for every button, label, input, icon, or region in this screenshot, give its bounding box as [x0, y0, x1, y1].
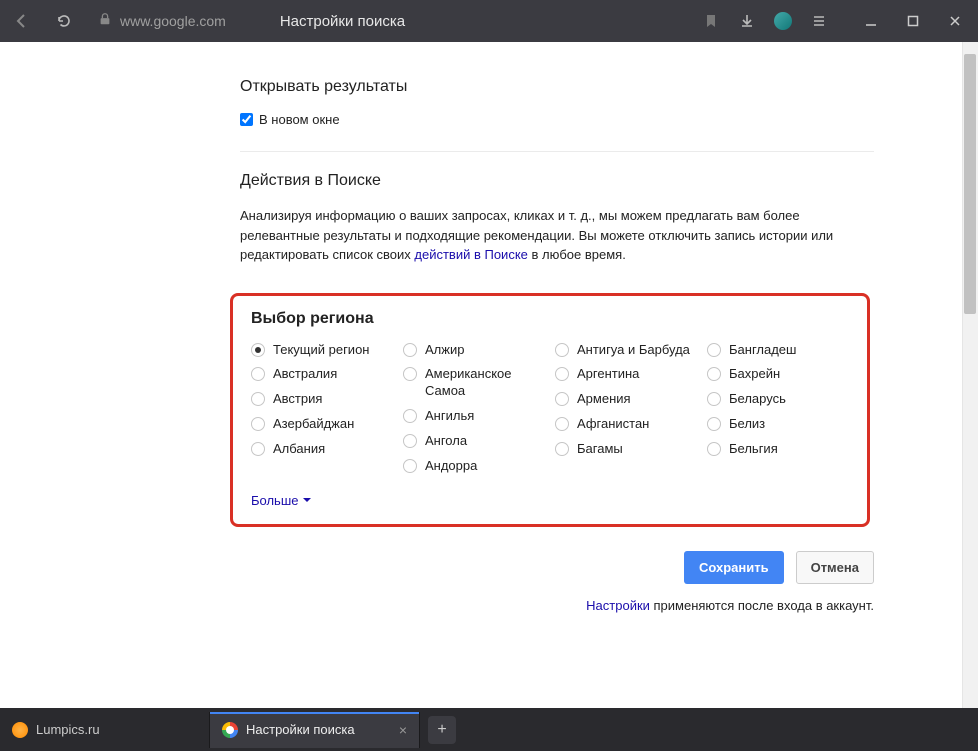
radio-icon	[251, 367, 265, 381]
tab-label: Настройки поиска	[246, 722, 355, 737]
region-option[interactable]: Беларусь	[707, 391, 849, 408]
region-option[interactable]: Антигуа и Барбуда	[555, 342, 697, 359]
new-tab-button[interactable]: +	[428, 716, 456, 744]
region-option[interactable]: Багамы	[555, 441, 697, 458]
section-title: Выбор региона	[251, 310, 849, 328]
save-button[interactable]: Сохранить	[684, 551, 784, 584]
region-col-4: Бангладеш Бахрейн Беларусь Белиз Бельгия	[707, 342, 849, 483]
region-option[interactable]: Азербайджан	[251, 416, 393, 433]
show-more-link[interactable]: Больше	[251, 493, 311, 508]
chevron-down-icon	[303, 498, 311, 502]
cancel-button[interactable]: Отмена	[796, 551, 874, 584]
radio-icon	[555, 343, 569, 357]
page-scroll: Открывать результаты В новом окне Действ…	[40, 42, 962, 708]
lock-icon	[98, 12, 112, 31]
region-col-1: Текущий регион Австралия Австрия Азербай…	[251, 342, 393, 483]
page-title: Настройки поиска	[280, 13, 405, 30]
profile-icon[interactable]	[774, 12, 792, 30]
radio-icon	[251, 417, 265, 431]
section-search-actions: Действия в Поиске Анализируя информацию …	[240, 151, 874, 289]
region-option[interactable]: Американское Самоа	[403, 366, 545, 400]
window-controls	[856, 7, 970, 35]
region-option[interactable]: Бельгия	[707, 441, 849, 458]
region-option[interactable]: Текущий регион	[251, 342, 393, 359]
radio-icon	[403, 459, 417, 473]
menu-icon[interactable]	[810, 12, 828, 30]
region-option[interactable]: Армения	[555, 391, 697, 408]
region-col-3: Антигуа и Барбуда Аргентина Армения Афга…	[555, 342, 697, 483]
region-option[interactable]: Австралия	[251, 366, 393, 383]
region-option[interactable]: Аргентина	[555, 366, 697, 383]
close-tab-icon[interactable]: ×	[399, 722, 407, 738]
titlebar-right	[702, 7, 970, 35]
radio-icon	[403, 343, 417, 357]
open-new-window-checkbox[interactable]	[240, 113, 253, 126]
vertical-scrollbar[interactable]	[962, 42, 978, 708]
region-option[interactable]: Австрия	[251, 391, 393, 408]
scrollbar-thumb[interactable]	[964, 54, 976, 314]
titlebar-left: www.google.com Настройки поиска	[8, 7, 405, 35]
radio-icon	[707, 367, 721, 381]
region-option[interactable]: Албания	[251, 441, 393, 458]
address-bar[interactable]: www.google.com	[98, 12, 226, 31]
open-new-window-row[interactable]: В новом окне	[240, 112, 874, 127]
search-actions-link[interactable]: действий в Поиске	[414, 247, 528, 262]
url-text: www.google.com	[120, 13, 226, 29]
browser-titlebar: www.google.com Настройки поиска	[0, 0, 978, 42]
radio-icon	[251, 442, 265, 456]
region-option[interactable]: Афганистан	[555, 416, 697, 433]
favicon-icon	[12, 722, 28, 738]
region-option[interactable]: Андорра	[403, 458, 545, 475]
radio-icon	[403, 434, 417, 448]
radio-icon	[251, 392, 265, 406]
section-description: Анализируя информацию о ваших запросах, …	[240, 206, 874, 265]
region-option[interactable]: Ангилья	[403, 408, 545, 425]
bookmark-icon[interactable]	[702, 12, 720, 30]
back-button[interactable]	[8, 7, 36, 35]
radio-icon	[707, 442, 721, 456]
close-button[interactable]	[940, 7, 970, 35]
radio-icon	[707, 343, 721, 357]
region-columns: Текущий регион Австралия Австрия Азербай…	[251, 342, 849, 483]
section-open-results: Открывать результаты В новом окне	[240, 62, 874, 151]
maximize-button[interactable]	[898, 7, 928, 35]
region-option[interactable]: Алжир	[403, 342, 545, 359]
tab-lumpics[interactable]: Lumpics.ru	[0, 712, 210, 748]
radio-icon	[555, 367, 569, 381]
login-note: Настройки применяются после входа в акка…	[240, 598, 874, 613]
minimize-button[interactable]	[856, 7, 886, 35]
radio-icon	[555, 392, 569, 406]
settings-link[interactable]: Настройки	[586, 598, 650, 613]
radio-icon	[707, 417, 721, 431]
browser-tabbar: Lumpics.ru Настройки поиска × +	[0, 708, 978, 751]
radio-icon	[251, 343, 265, 357]
region-option[interactable]: Бахрейн	[707, 366, 849, 383]
checkbox-label: В новом окне	[259, 112, 340, 127]
radio-icon	[555, 417, 569, 431]
settings-body: Открывать результаты В новом окне Действ…	[40, 42, 920, 613]
section-title: Открывать результаты	[240, 78, 874, 96]
button-row: Сохранить Отмена	[240, 551, 874, 584]
downloads-icon[interactable]	[738, 12, 756, 30]
tab-label: Lumpics.ru	[36, 722, 100, 737]
region-col-2: Алжир Американское Самоа Ангилья Ангола …	[403, 342, 545, 483]
content-area: Открывать результаты В новом окне Действ…	[0, 42, 978, 708]
section-region-select: Выбор региона Текущий регион Австралия А…	[230, 293, 870, 527]
radio-icon	[555, 442, 569, 456]
radio-icon	[707, 392, 721, 406]
favicon-icon	[222, 722, 238, 738]
radio-icon	[403, 409, 417, 423]
reload-button[interactable]	[50, 7, 78, 35]
region-option[interactable]: Белиз	[707, 416, 849, 433]
radio-icon	[403, 367, 417, 381]
section-title: Действия в Поиске	[240, 172, 874, 190]
region-option[interactable]: Бангладеш	[707, 342, 849, 359]
region-option[interactable]: Ангола	[403, 433, 545, 450]
tab-search-settings[interactable]: Настройки поиска ×	[210, 712, 420, 748]
